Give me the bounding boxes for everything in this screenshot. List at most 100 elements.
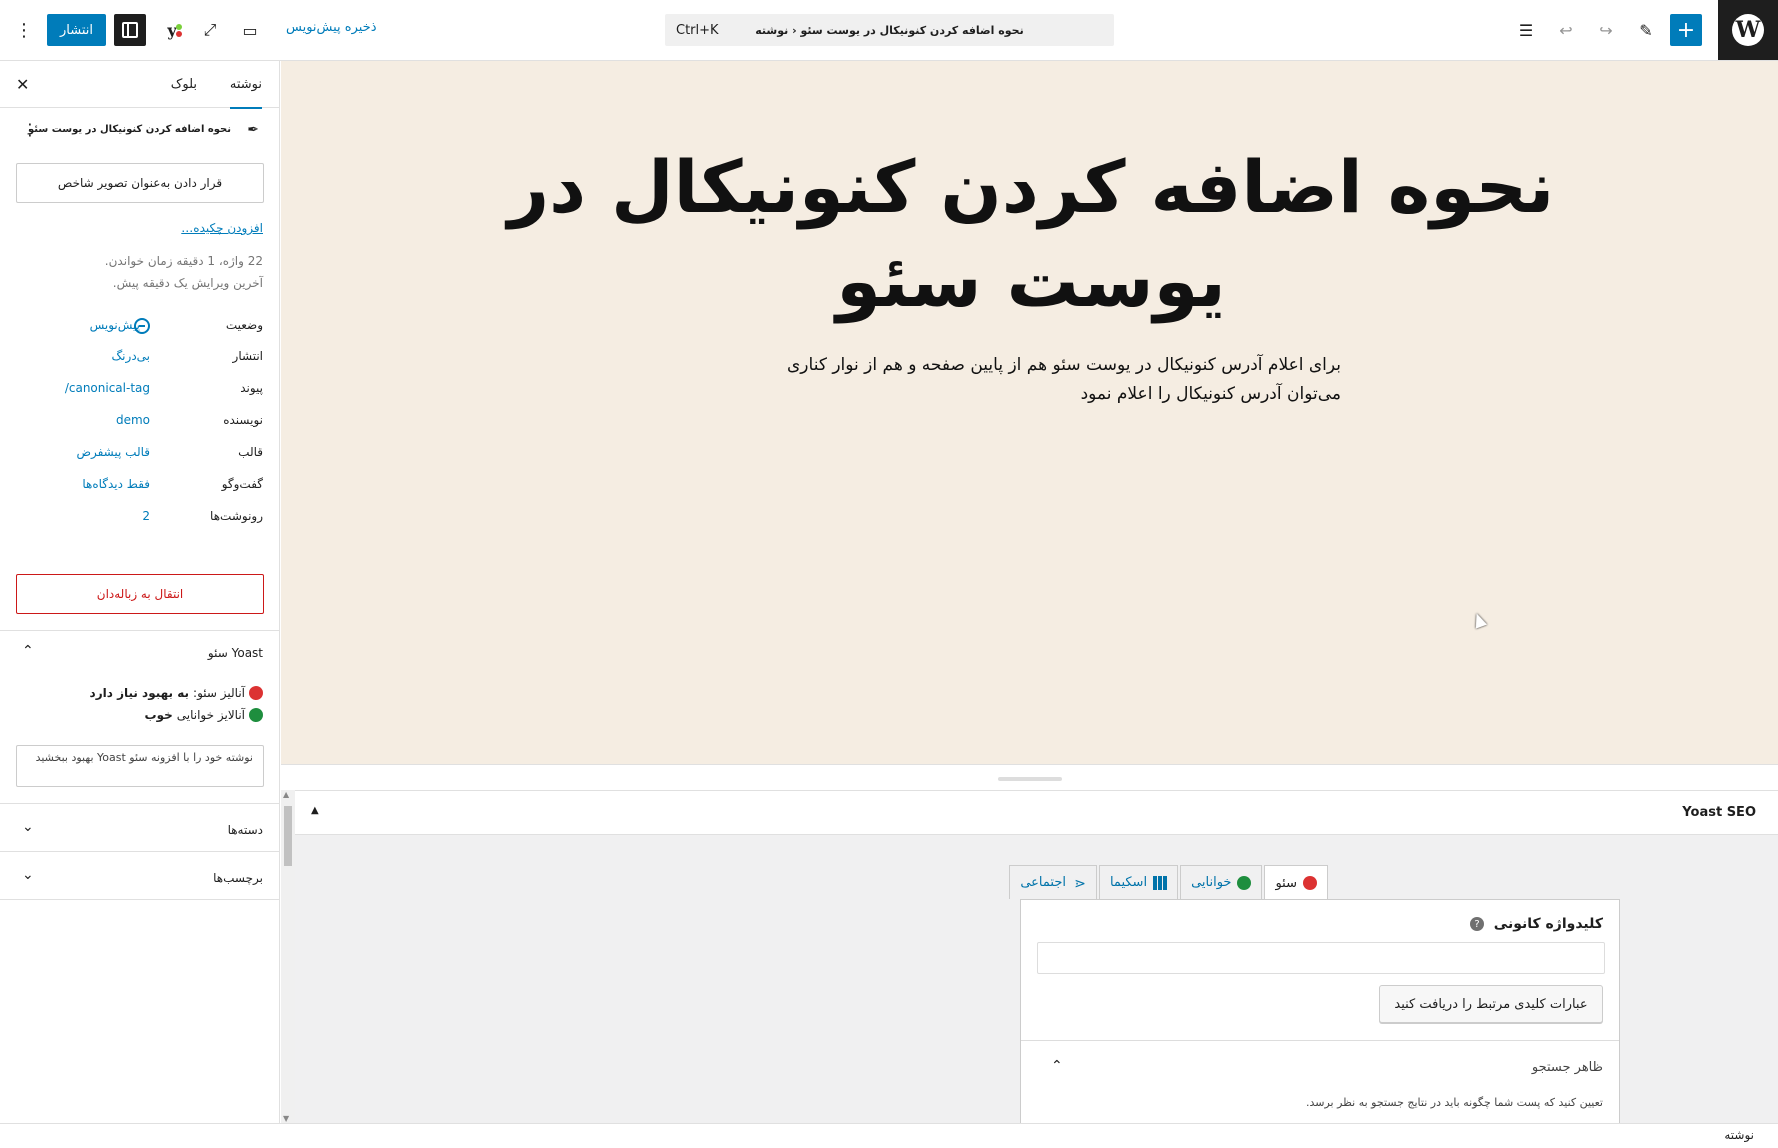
document-overview-button[interactable]: ☰ — [1510, 14, 1542, 46]
scroll-thumb[interactable] — [284, 806, 292, 866]
tab-schema-label: اسکیما — [1109, 875, 1148, 890]
focus-keyword-input[interactable] — [1037, 942, 1605, 974]
divider — [0, 630, 279, 631]
tab-seo-label: سئو — [1275, 875, 1297, 891]
redo-button[interactable]: ↪ — [1590, 14, 1622, 46]
tab-block[interactable]: بلوک — [171, 61, 197, 108]
author-label: نویسنده — [223, 413, 263, 427]
undo-button[interactable]: ↩ — [1550, 14, 1582, 46]
chevron-up-icon[interactable]: ⌃ — [1051, 1058, 1063, 1074]
revisions-value[interactable]: 2 — [70, 509, 150, 523]
yoast-metabox-body: سئو خوانایی اسکیما ⋖ اجتماعی کلیدواژه کا… — [281, 835, 1778, 1123]
tab-post[interactable]: نوشته — [229, 61, 262, 109]
discussion-value[interactable]: فقط دیدگاه‌ها — [70, 477, 150, 491]
post-title[interactable]: نحوه اضافه کردن کنونیکال در یوست سئو — [481, 141, 1581, 328]
desktop-icon: ▭ — [242, 20, 258, 40]
post-actions-button[interactable]: ⋮ — [22, 120, 38, 139]
chevron-down-icon[interactable]: ⌄ — [22, 819, 34, 835]
seo-analysis-row: آنالیز سئو: به بهبود نیاز دارد — [90, 686, 263, 700]
pencil-icon: ✎ — [1639, 20, 1653, 40]
more-vertical-icon: ⋮ — [15, 19, 33, 41]
chevron-up-icon[interactable]: ⌃ — [22, 643, 34, 659]
undo-icon: ↩ — [1559, 20, 1573, 40]
related-keyphrases-button[interactable]: عبارات کلیدی مرتبط را دریافت کنید — [1379, 985, 1603, 1023]
triangle-up-icon[interactable]: ▲ — [311, 805, 319, 816]
status-value[interactable]: پیش‌نویس — [60, 318, 140, 332]
last-edited: آخرین ویرایش یک دقیقه پیش. — [112, 276, 263, 290]
yoast-metabox-header[interactable]: Yoast SEO ▲ — [281, 790, 1778, 835]
add-excerpt-link[interactable]: افزودن چکیده… — [181, 221, 263, 235]
happy-face-icon — [249, 708, 263, 722]
settings-button[interactable] — [114, 14, 146, 46]
divider — [1021, 1040, 1619, 1041]
scroll-down-arrow[interactable]: ▼ — [283, 1114, 289, 1123]
tab-seo[interactable]: سئو — [1264, 865, 1328, 900]
sidebar-scrollbar[interactable]: ▲ ▼ — [281, 790, 295, 1123]
sidebar-tabs: نوشته بلوک ✕ — [0, 61, 279, 109]
search-appearance-title[interactable]: ظاهر جستجو — [1532, 1060, 1603, 1075]
sad-face-icon — [1303, 876, 1317, 890]
tab-schema[interactable]: اسکیما — [1098, 865, 1179, 899]
tab-social-label: اجتماعی — [1020, 875, 1066, 890]
tab-readability[interactable]: خوانایی — [1180, 865, 1263, 899]
settings-sidebar: نوشته بلوک ✕ ✒ نحوه اضافه کردن کنونیکال … — [0, 61, 280, 1123]
seo-analysis-label: آنالیز سئو: — [193, 686, 245, 700]
sad-face-icon — [249, 686, 263, 700]
close-sidebar-button[interactable]: ✕ — [16, 75, 29, 94]
yoast-tabs: سئو خوانایی اسکیما ⋖ اجتماعی — [1007, 865, 1328, 900]
shortcut-hint: Ctrl+K — [676, 22, 719, 38]
breadcrumb-item[interactable]: نوشته — [1724, 1128, 1754, 1142]
tab-readability-label: خوانایی — [1191, 875, 1232, 890]
command-palette-bar[interactable]: نحوه اضافه کردن کنونیکال در یوست سئو ‹ ن… — [665, 14, 1114, 46]
share-icon: ⋖ — [1074, 875, 1086, 892]
editor-canvas[interactable]: نحوه اضافه کردن کنونیکال در یوست سئو برا… — [281, 61, 1778, 764]
readability-row: آنالایز خوانایی خوب — [145, 708, 263, 722]
yoast-status-dot-red — [176, 31, 182, 37]
improve-with-yoast-button[interactable]: نوشته خود را با افزونه سئو Yoast بهبود ب… — [16, 745, 264, 787]
help-icon[interactable]: ? — [1470, 917, 1484, 931]
featured-image-button[interactable]: قرار دادن به‌عنوان تصویر شاخص — [16, 163, 264, 203]
expand-icon: ⤢ — [203, 20, 217, 39]
yoast-status-dot-green — [176, 24, 182, 30]
save-draft-button[interactable]: ذخیره پیش‌نویس — [286, 20, 377, 35]
tags-panel-title[interactable]: برچسب‌ها — [213, 871, 263, 885]
post-paragraph[interactable]: برای اعلام آدرس کنونیکال در یوست سئو هم … — [761, 351, 1341, 409]
post-feather-icon: ✒ — [247, 122, 259, 138]
link-value[interactable]: /canonical-tag — [50, 381, 150, 395]
divider — [0, 899, 279, 900]
categories-panel-title[interactable]: دسته‌ها — [228, 823, 263, 837]
fullscreen-button[interactable]: ⤢ — [196, 14, 224, 46]
move-to-trash-button[interactable]: انتقال به زباله‌دان — [16, 574, 264, 614]
seo-analysis-value: به بهبود نیاز دارد — [89, 686, 190, 700]
yoast-seo-panel: کلیدواژه کانونی ? عبارات کلیدی مرتبط را … — [1020, 899, 1620, 1123]
divider — [0, 851, 279, 852]
resize-handle[interactable] — [998, 777, 1062, 781]
author-value[interactable]: demo — [70, 413, 150, 427]
revisions-label: رونوشت‌ها — [210, 509, 263, 523]
tab-social[interactable]: ⋖ اجتماعی — [1009, 865, 1097, 899]
template-label: قالب — [238, 445, 263, 459]
yoast-seo-button[interactable]: y — [156, 14, 188, 46]
yoast-panel-title[interactable]: Yoast سئو — [208, 646, 263, 660]
focus-keyword-label: کلیدواژه کانونی — [1493, 916, 1603, 932]
template-value[interactable]: قالب پیشفرض — [70, 445, 150, 459]
chevron-down-icon[interactable]: ⌄ — [22, 867, 34, 883]
document-title: نحوه اضافه کردن کنونیکال در یوست سئو ‹ ن… — [755, 23, 1024, 37]
metabox-resize-area[interactable] — [281, 764, 1778, 790]
post-card: ✒ نحوه اضافه کردن کنونیکال در یوست سئو ⋮ — [0, 108, 279, 152]
yoast-icon: y — [167, 20, 177, 40]
tools-button[interactable]: ✎ — [1630, 14, 1662, 46]
options-button[interactable]: ⋮ — [14, 14, 34, 46]
list-view-icon: ☰ — [1518, 20, 1534, 40]
wordpress-logo-button[interactable]: W — [1718, 0, 1778, 60]
publish-button[interactable]: انتشار — [47, 14, 106, 46]
block-inserter-button[interactable]: + — [1670, 14, 1702, 46]
publish-value[interactable]: بی‌درنگ — [70, 349, 150, 363]
preview-button[interactable]: ▭ — [236, 14, 264, 46]
mouse-cursor — [1470, 611, 1488, 629]
scroll-up-arrow[interactable]: ▲ — [283, 790, 289, 799]
close-icon: ✕ — [16, 75, 30, 94]
block-breadcrumb-footer: نوشته — [0, 1123, 1778, 1148]
divider — [0, 803, 279, 804]
discussion-label: گفت‌وگو — [221, 477, 263, 491]
